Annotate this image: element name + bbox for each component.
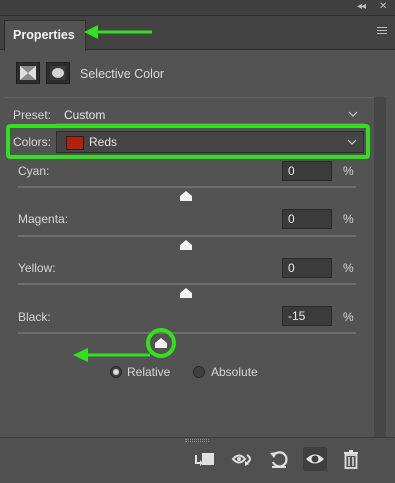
slider-label-magenta: Magenta:: [18, 212, 69, 226]
cyan-unit: %: [343, 164, 354, 178]
radio-absolute[interactable]: [193, 366, 205, 378]
tab-properties-label: Properties: [13, 28, 75, 42]
magenta-unit: %: [343, 212, 354, 226]
magenta-slider-thumb[interactable]: [180, 240, 192, 250]
radio-relative[interactable]: [110, 366, 122, 378]
panel-footer: [0, 437, 395, 483]
reset-icon[interactable]: [267, 447, 291, 471]
yellow-slider-track[interactable]: [18, 283, 356, 285]
colors-value: Reds: [89, 135, 118, 149]
chevron-down-icon: [347, 139, 357, 145]
preset-select[interactable]: Custom: [56, 106, 364, 124]
preset-value: Custom: [64, 108, 106, 122]
delete-trash-icon[interactable]: [339, 447, 363, 471]
black-value-input[interactable]: -15: [282, 306, 332, 326]
slider-label-black: Black:: [18, 310, 51, 324]
black-value: -15: [288, 309, 306, 323]
black-slider-track[interactable]: [18, 332, 356, 334]
adjustment-title: Selective Color: [80, 67, 165, 81]
panel-top-strip: ◂◂ ✕: [0, 0, 395, 16]
scrollbar[interactable]: [374, 97, 386, 437]
chevron-down-icon: [348, 111, 358, 117]
magenta-value: 0: [288, 212, 295, 226]
slider-label-yellow: Yellow:: [18, 261, 56, 275]
view-previous-state-icon[interactable]: [231, 447, 255, 471]
collapse-button[interactable]: ◂◂: [357, 1, 366, 12]
close-button[interactable]: ✕: [379, 1, 387, 12]
annotation-arrow-icon: [73, 348, 150, 362]
color-swatch: [66, 136, 84, 150]
colors-select[interactable]: Reds: [56, 131, 364, 153]
slider-label-cyan: Cyan:: [18, 164, 50, 178]
visibility-eye-icon[interactable]: [303, 447, 327, 471]
black-unit: %: [343, 310, 354, 324]
magenta-slider-track[interactable]: [18, 235, 356, 237]
radio-relative-label: Relative: [127, 365, 171, 379]
yellow-value-input[interactable]: 0: [282, 258, 332, 278]
preset-label: Preset:: [13, 108, 52, 122]
cyan-slider-track[interactable]: [18, 186, 356, 188]
yellow-value: 0: [288, 261, 295, 275]
layer-mask-icon[interactable]: [16, 62, 40, 84]
cyan-value: 0: [288, 164, 295, 178]
resize-grip-icon[interactable]: [185, 439, 209, 442]
yellow-slider-thumb[interactable]: [180, 288, 192, 298]
circle-mask-icon[interactable]: [46, 62, 70, 84]
tab-properties[interactable]: Properties: [4, 20, 86, 51]
annotation-arrow-icon: [84, 25, 152, 39]
magenta-value-input[interactable]: 0: [282, 209, 332, 229]
panel-tab-bar: Properties: [0, 16, 395, 51]
hamburger-menu-icon[interactable]: [377, 27, 387, 36]
clip-to-layer-icon[interactable]: [193, 447, 217, 471]
cyan-value-input[interactable]: 0: [282, 161, 332, 181]
yellow-unit: %: [343, 261, 354, 275]
radio-absolute-label: Absolute: [211, 365, 258, 379]
colors-label: Colors:: [13, 135, 52, 149]
cyan-slider-thumb[interactable]: [180, 191, 192, 201]
